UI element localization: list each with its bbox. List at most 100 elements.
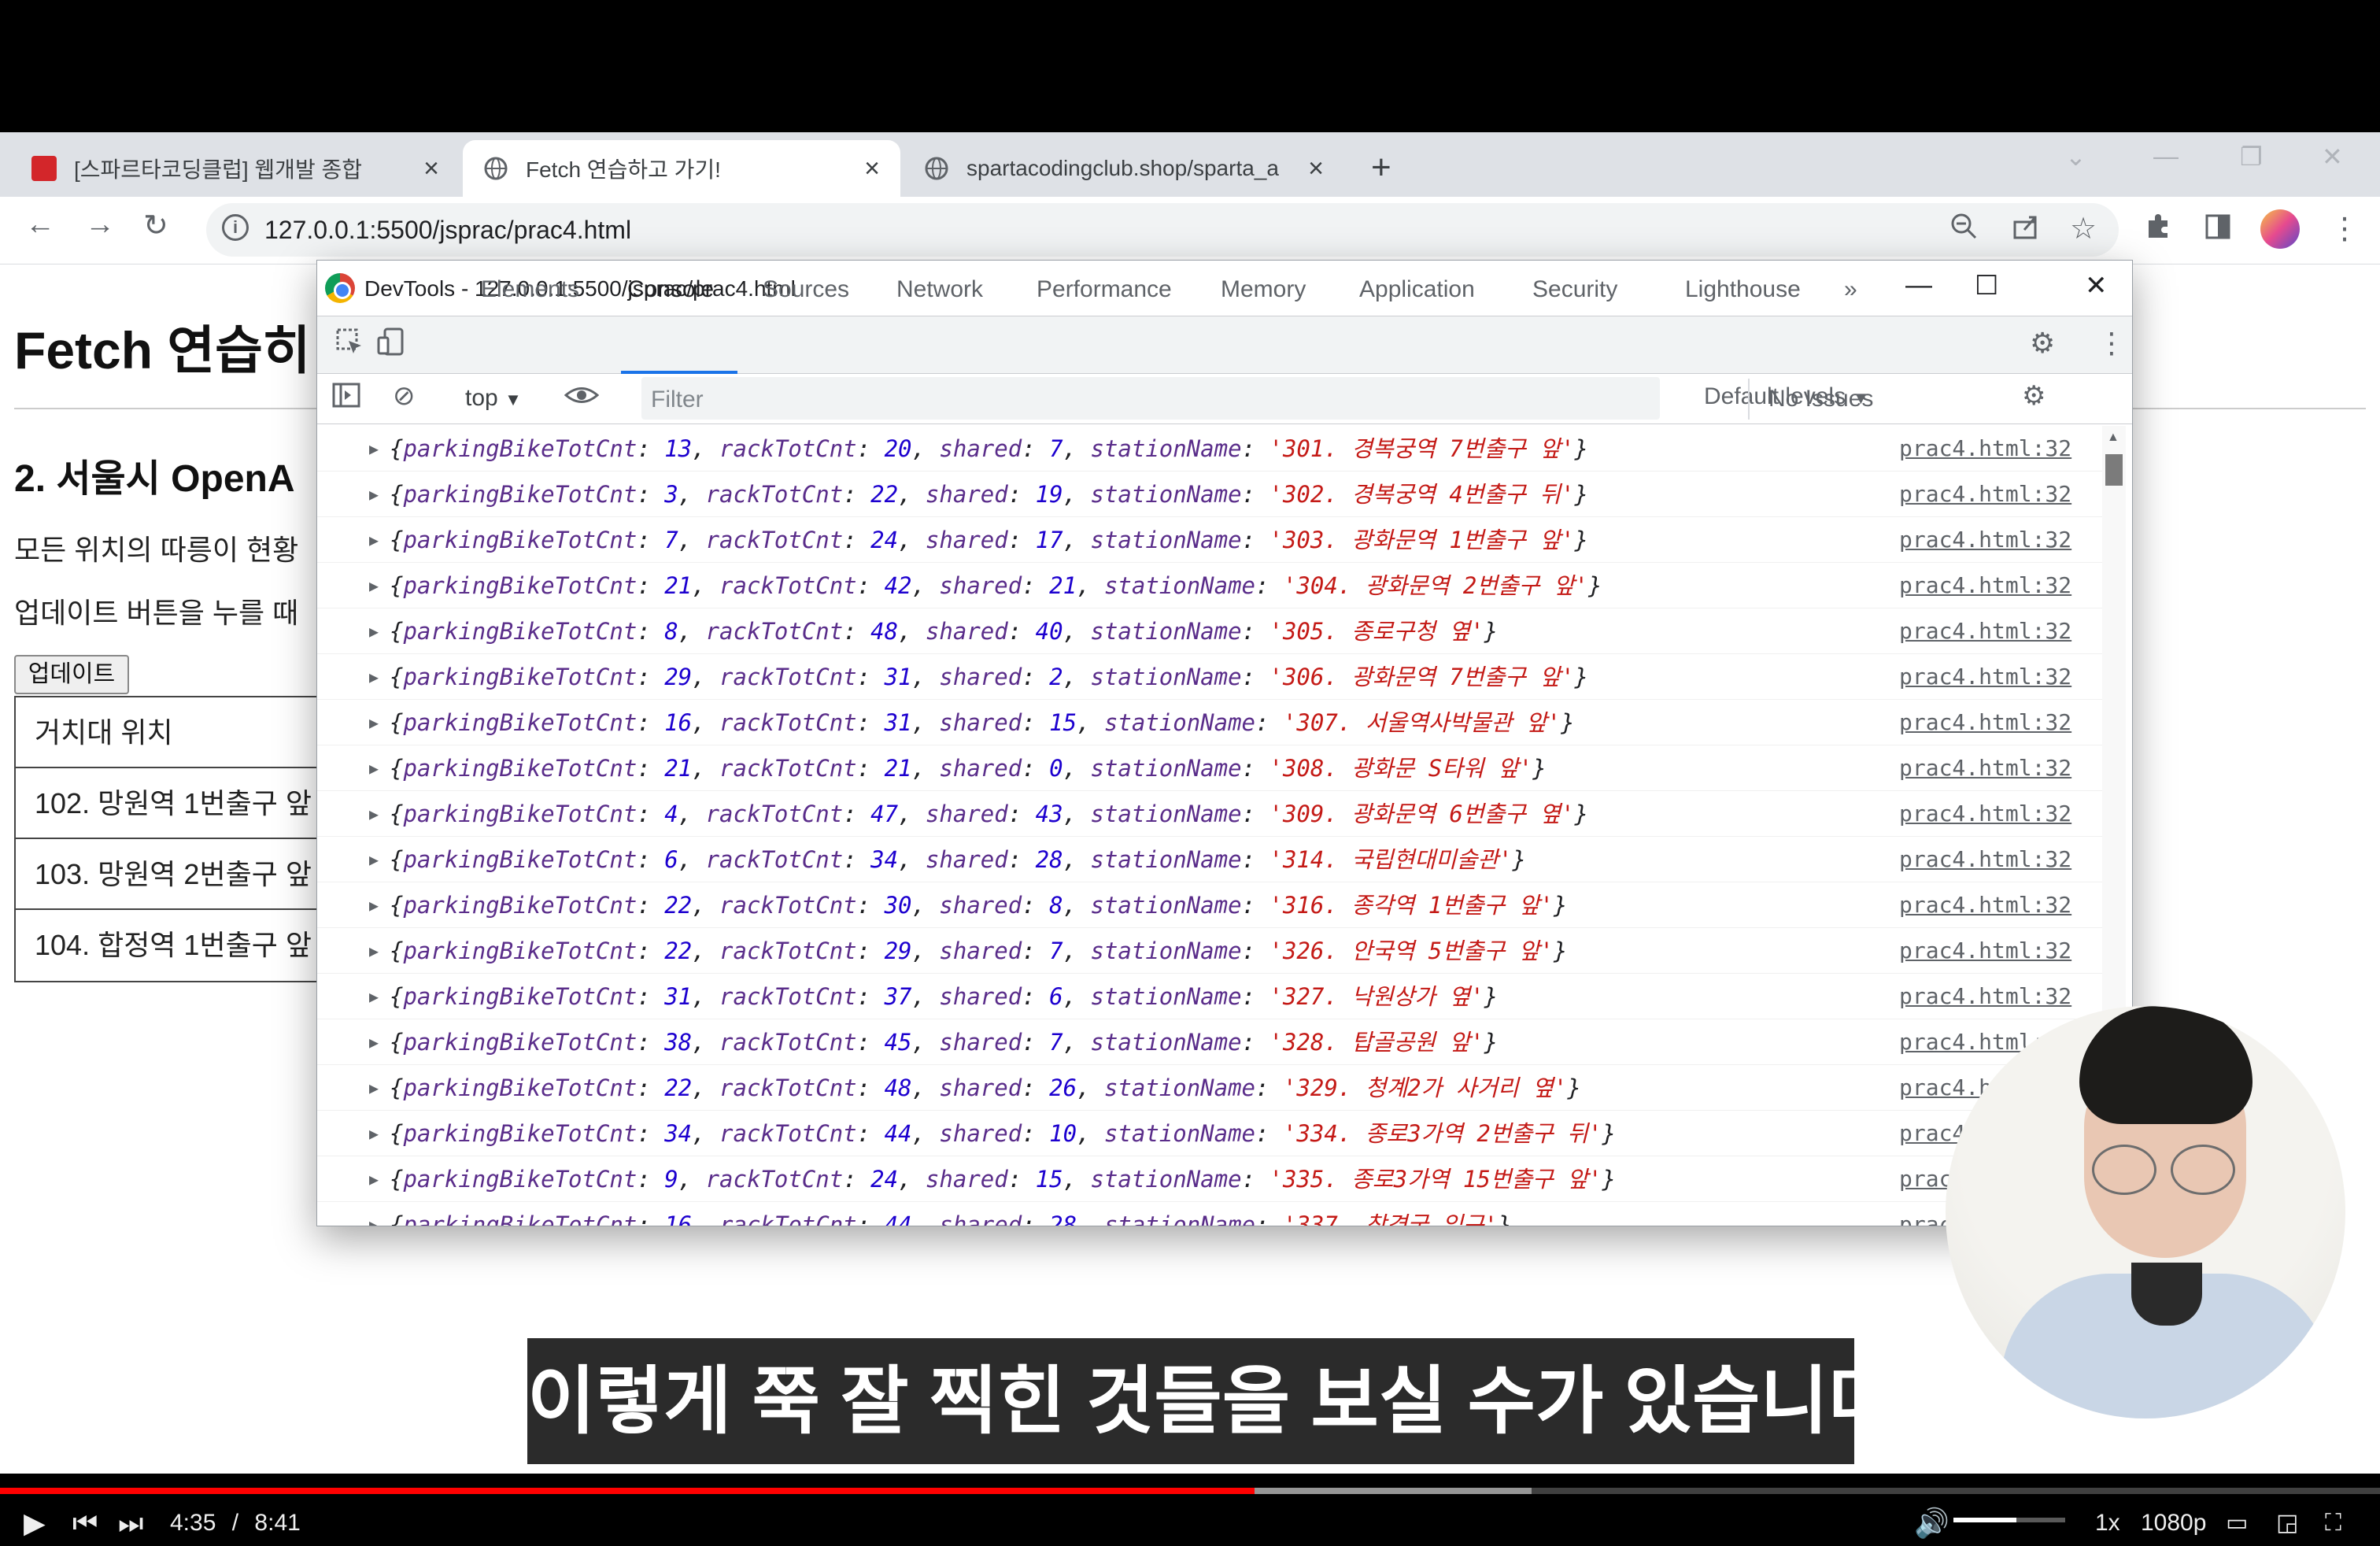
context-selector[interactable]: top ▼ xyxy=(465,385,522,412)
next-icon[interactable]: ⏭ xyxy=(118,1500,143,1546)
log-source-link[interactable]: prac4.html:32 xyxy=(1899,745,2071,791)
log-source-link[interactable]: prac4.html:32 xyxy=(1899,472,2071,517)
restore-icon[interactable]: ❐ xyxy=(2240,142,2263,172)
scroll-up-arrow-icon[interactable]: ▲ xyxy=(2107,431,2119,445)
console-log-row[interactable]: ▶ {parkingBikeTotCnt: 16, rackTotCnt: 31,… xyxy=(317,700,2112,745)
expand-caret-icon[interactable]: ▶ xyxy=(369,837,379,882)
url-text[interactable]: 127.0.0.1:5500/jsprac/prac4.html xyxy=(264,216,631,245)
volume-slider[interactable] xyxy=(1953,1518,2065,1522)
menu-kebab-icon[interactable]: ⋮ xyxy=(2330,211,2360,246)
close-icon[interactable]: × xyxy=(423,153,439,184)
console-log-row[interactable]: ▶ {parkingBikeTotCnt: 31, rackTotCnt: 37,… xyxy=(317,974,2112,1019)
back-icon[interactable]: ← xyxy=(25,208,55,242)
close-icon[interactable]: × xyxy=(1308,153,1324,184)
console-log-row[interactable]: ▶ {parkingBikeTotCnt: 38, rackTotCnt: 45,… xyxy=(317,1019,2112,1065)
update-button[interactable]: 업데이트 xyxy=(14,655,129,694)
settings-gear-icon[interactable]: ⚙ xyxy=(2030,327,2055,360)
scrollbar-thumb[interactable] xyxy=(2105,454,2123,486)
live-expression-eye-icon[interactable] xyxy=(564,380,600,417)
expand-caret-icon[interactable]: ▶ xyxy=(369,1111,379,1156)
expand-caret-icon[interactable]: ▶ xyxy=(369,791,379,837)
console-log-row[interactable]: ▶ {parkingBikeTotCnt: 16, rackTotCnt: 44,… xyxy=(317,1202,2112,1226)
maximize-icon[interactable]: ☐ xyxy=(1975,270,1998,301)
more-tabs-button[interactable]: » xyxy=(1844,276,1857,303)
issues-button[interactable]: No Issues xyxy=(1748,379,1882,420)
volume-icon[interactable]: 🔊 xyxy=(1914,1500,1949,1546)
expand-caret-icon[interactable]: ▶ xyxy=(369,426,379,472)
console-log-row[interactable]: ▶ {parkingBikeTotCnt: 6, rackTotCnt: 34, … xyxy=(317,837,2112,882)
expand-caret-icon[interactable]: ▶ xyxy=(369,700,379,745)
tab-sources[interactable]: Sources xyxy=(763,276,849,303)
device-toolbar-icon[interactable] xyxy=(377,327,407,364)
log-source-link[interactable]: prac4.html:32 xyxy=(1899,837,2071,882)
expand-caret-icon[interactable]: ▶ xyxy=(369,1156,379,1202)
expand-caret-icon[interactable]: ▶ xyxy=(369,472,379,517)
expand-caret-icon[interactable]: ▶ xyxy=(369,745,379,791)
tab-search-chevron-icon[interactable]: ⌄ xyxy=(2065,142,2086,172)
log-source-link[interactable]: prac4.html:32 xyxy=(1899,517,2071,563)
console-log-row[interactable]: ▶ {parkingBikeTotCnt: 22, rackTotCnt: 30,… xyxy=(317,882,2112,928)
tab-elements[interactable]: Elements xyxy=(481,276,579,303)
console-log-row[interactable]: ▶ {parkingBikeTotCnt: 34, rackTotCnt: 44,… xyxy=(317,1111,2112,1156)
fullscreen-icon[interactable]: ⛶ xyxy=(2325,1500,2341,1546)
tab-security[interactable]: Security xyxy=(1532,276,1617,303)
play-icon[interactable]: ▶ xyxy=(24,1500,46,1546)
tab-performance[interactable]: Performance xyxy=(1037,276,1172,303)
browser-tab-spartacodingclub[interactable]: spartacodingclub.shop/sparta_a × xyxy=(904,140,1344,197)
tab-lighthouse[interactable]: Lighthouse xyxy=(1685,276,1801,303)
expand-caret-icon[interactable]: ▶ xyxy=(369,654,379,700)
log-source-link[interactable]: prac4.html:32 xyxy=(1899,882,2071,928)
console-log-row[interactable]: ▶ {parkingBikeTotCnt: 13, rackTotCnt: 20,… xyxy=(317,426,2112,472)
console-log-row[interactable]: ▶ {parkingBikeTotCnt: 8, rackTotCnt: 48, … xyxy=(317,608,2112,654)
tab-application[interactable]: Application xyxy=(1359,276,1475,303)
log-source-link[interactable]: prac4.html:32 xyxy=(1899,928,2071,974)
console-settings-gear-icon[interactable]: ⚙ xyxy=(2022,380,2046,412)
quality-setting[interactable]: 1080p xyxy=(2141,1500,2206,1546)
sidebar-toggle-icon[interactable] xyxy=(331,380,361,417)
subtitles-icon[interactable]: ▭ xyxy=(2226,1500,2248,1546)
site-info-icon[interactable]: i xyxy=(222,214,249,241)
clear-console-icon[interactable]: ⊘ xyxy=(393,380,416,412)
console-log-row[interactable]: ▶ {parkingBikeTotCnt: 29, rackTotCnt: 31,… xyxy=(317,654,2112,700)
zoom-out-icon[interactable] xyxy=(1949,211,1980,250)
browser-tab-fetch[interactable]: Fetch 연습하고 가기! × xyxy=(463,140,900,197)
expand-caret-icon[interactable]: ▶ xyxy=(369,1019,379,1065)
miniplayer-icon[interactable]: ◲ xyxy=(2276,1500,2298,1546)
console-log-row[interactable]: ▶ {parkingBikeTotCnt: 7, rackTotCnt: 24, … xyxy=(317,517,2112,563)
new-tab-plus-icon[interactable]: + xyxy=(1371,148,1391,187)
tab-network[interactable]: Network xyxy=(896,276,983,303)
console-log-row[interactable]: ▶ {parkingBikeTotCnt: 9, rackTotCnt: 24, … xyxy=(317,1156,2112,1202)
log-source-link[interactable]: prac4.html:32 xyxy=(1899,426,2071,472)
bookmark-star-icon[interactable]: ☆ xyxy=(2070,211,2097,246)
close-icon[interactable]: ✕ xyxy=(2085,270,2108,301)
console-log-row[interactable]: ▶ {parkingBikeTotCnt: 22, rackTotCnt: 48,… xyxy=(317,1065,2112,1111)
log-source-link[interactable]: prac4.html:32 xyxy=(1899,563,2071,608)
expand-caret-icon[interactable]: ▶ xyxy=(369,974,379,1019)
expand-caret-icon[interactable]: ▶ xyxy=(369,1202,379,1226)
expand-caret-icon[interactable]: ▶ xyxy=(369,928,379,974)
tab-memory[interactable]: Memory xyxy=(1221,276,1306,303)
log-source-link[interactable]: prac4.html:32 xyxy=(1899,700,2071,745)
expand-caret-icon[interactable]: ▶ xyxy=(369,563,379,608)
expand-caret-icon[interactable]: ▶ xyxy=(369,882,379,928)
expand-caret-icon[interactable]: ▶ xyxy=(369,608,379,654)
forward-icon[interactable]: → xyxy=(85,208,115,242)
tab-console[interactable]: Console xyxy=(627,276,714,303)
log-source-link[interactable]: prac4.html:32 xyxy=(1899,791,2071,837)
minimize-icon[interactable]: — xyxy=(1905,270,1932,301)
side-panel-icon[interactable] xyxy=(2202,211,2234,250)
expand-caret-icon[interactable]: ▶ xyxy=(369,1065,379,1111)
log-source-link[interactable]: prac4.html:32 xyxy=(1899,608,2071,654)
customize-kebab-icon[interactable]: ⋮ xyxy=(2097,327,2126,360)
previous-icon[interactable]: ⏮ xyxy=(72,1500,98,1546)
inspect-element-icon[interactable] xyxy=(334,327,364,364)
playback-speed[interactable]: 1x xyxy=(2095,1500,2120,1546)
extensions-puzzle-icon[interactable] xyxy=(2142,211,2174,250)
video-progress-bar[interactable] xyxy=(0,1488,2380,1494)
console-log-row[interactable]: ▶ {parkingBikeTotCnt: 21, rackTotCnt: 42,… xyxy=(317,563,2112,608)
console-log-row[interactable]: ▶ {parkingBikeTotCnt: 21, rackTotCnt: 21,… xyxy=(317,745,2112,791)
log-source-link[interactable]: prac4.html:32 xyxy=(1899,974,2071,1019)
expand-caret-icon[interactable]: ▶ xyxy=(369,517,379,563)
console-log-row[interactable]: ▶ {parkingBikeTotCnt: 3, rackTotCnt: 22, … xyxy=(317,472,2112,517)
console-log-row[interactable]: ▶ {parkingBikeTotCnt: 22, rackTotCnt: 29,… xyxy=(317,928,2112,974)
